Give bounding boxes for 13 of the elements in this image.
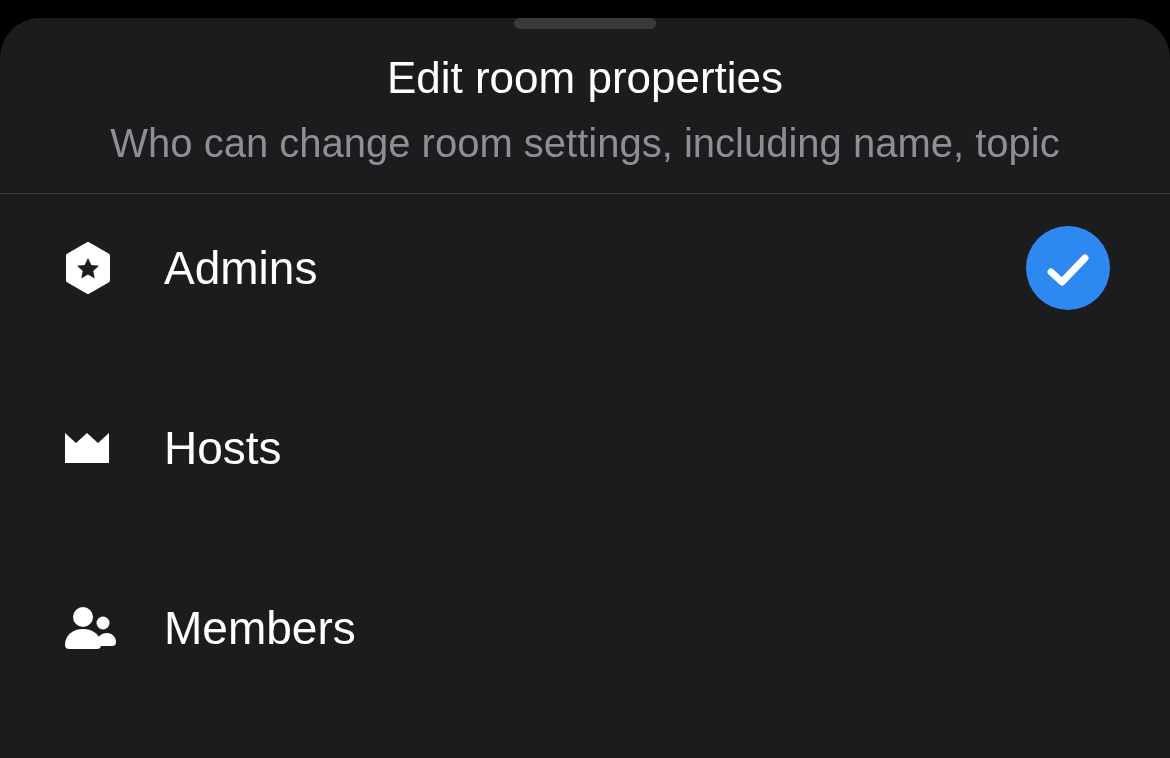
option-row[interactable]: Members [0,538,1170,718]
crown-icon [64,432,110,464]
star-hexagon-icon [64,242,112,294]
drag-handle[interactable] [514,18,656,29]
option-label: Hosts [164,421,283,475]
option-row[interactable]: Admins [0,178,1170,358]
sheet-title: Edit room properties [386,52,784,104]
checkmark-icon [1026,226,1110,310]
sheet-subtitle: Who can change room settings, including name, topic [110,120,1060,167]
option-label: Admins [164,241,319,295]
option-row[interactable]: Hosts [0,358,1170,538]
option-label: Members [164,601,357,655]
people-icon [64,606,116,650]
